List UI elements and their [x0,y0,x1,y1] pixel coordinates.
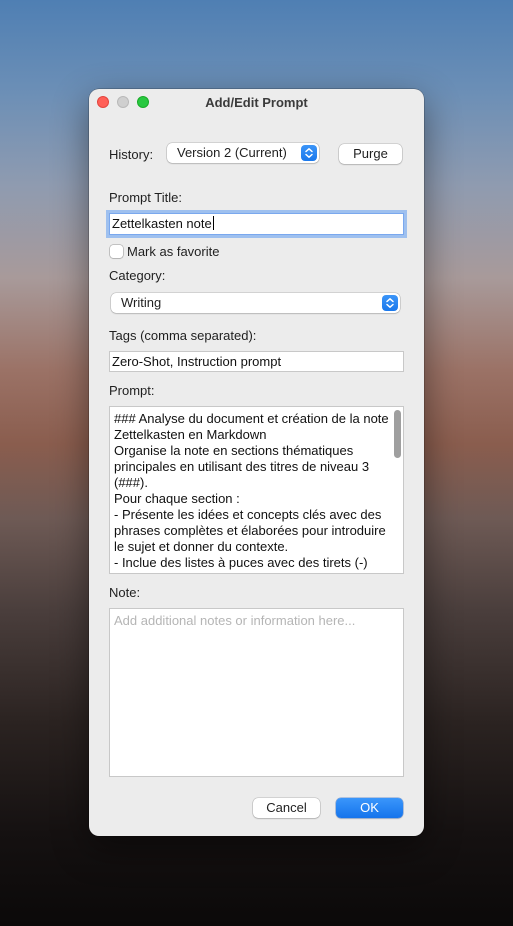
select-arrows-icon [301,145,317,161]
prompt-title-label: Prompt Title: [109,190,182,205]
prompt-title-value: Zettelkasten note [112,216,212,231]
category-label: Category: [109,268,166,283]
category-selected-value: Writing [121,295,162,310]
prompt-text: ### Analyse du document et création de l… [114,411,389,570]
prompt-scrollbar[interactable] [394,410,401,458]
category-select[interactable]: Writing [111,293,400,313]
history-version-select[interactable]: Version 2 (Current) [167,143,319,163]
note-placeholder: Add additional notes or information here… [114,613,356,628]
purge-button[interactable]: Purge [339,144,402,164]
history-label: History: [109,147,154,162]
tags-label: Tags (comma separated): [109,328,257,343]
note-label: Note: [109,585,141,600]
ok-button[interactable]: OK [336,798,403,818]
text-caret [212,216,214,230]
favorite-label: Mark as favorite [127,244,220,259]
history-selected-value: Version 2 (Current) [177,145,287,160]
add-edit-prompt-dialog: Add/Edit Prompt History: Version 2 (Curr… [89,89,424,836]
prompt-label: Prompt: [109,383,155,398]
prompt-textarea[interactable]: ### Analyse du document et création de l… [109,406,404,574]
tags-value: Zero-Shot, Instruction prompt [112,354,282,369]
tags-input[interactable]: Zero-Shot, Instruction prompt [109,351,404,372]
window-title: Add/Edit Prompt [205,95,308,110]
select-arrows-icon [382,295,398,311]
cancel-button[interactable]: Cancel [253,798,320,818]
favorite-checkbox[interactable] [110,245,123,258]
note-textarea[interactable]: Add additional notes or information here… [109,608,404,777]
title-bar: Add/Edit Prompt [89,89,424,117]
prompt-title-input[interactable]: Zettelkasten note [109,213,404,235]
